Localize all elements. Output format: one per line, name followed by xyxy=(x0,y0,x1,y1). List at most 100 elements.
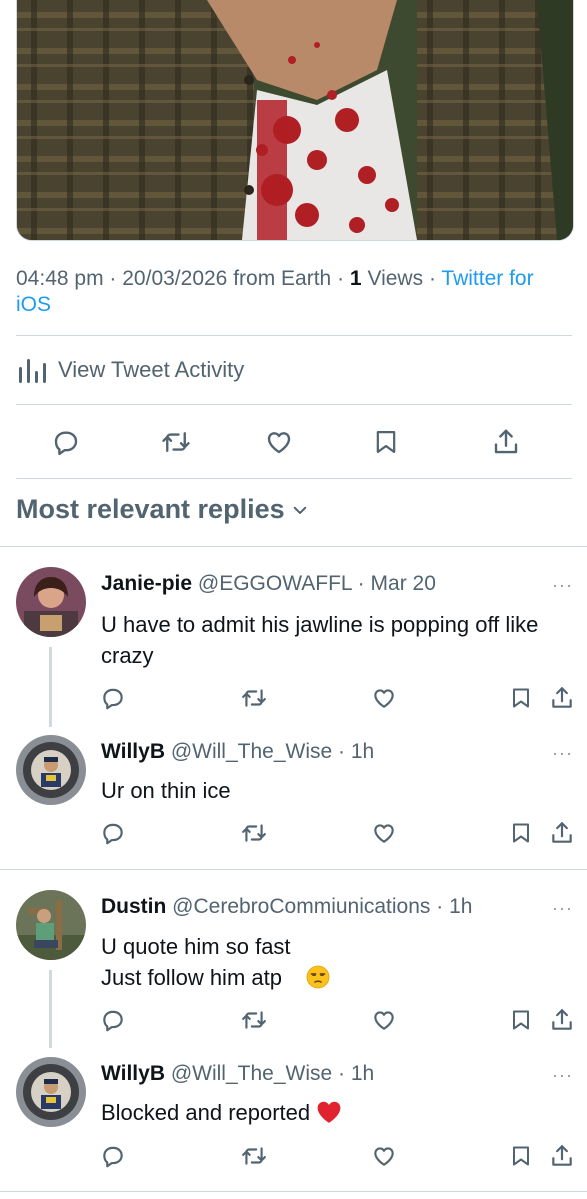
reply-button[interactable] xyxy=(98,683,128,713)
username[interactable]: @CerebroCommiunications xyxy=(172,895,430,918)
more-options-button[interactable]: ··· xyxy=(552,1065,573,1086)
share-button[interactable] xyxy=(547,683,577,713)
separator: · xyxy=(436,895,444,918)
like-icon xyxy=(374,689,394,708)
username[interactable]: @Will_The_Wise xyxy=(171,1062,332,1085)
retweet-icon xyxy=(242,824,266,842)
reply-button[interactable] xyxy=(98,818,128,848)
reply-line-text: Just follow him atp xyxy=(101,965,282,990)
divider xyxy=(0,1191,587,1192)
tweet-action-bar xyxy=(0,420,587,464)
like-button[interactable] xyxy=(369,683,399,713)
share-button[interactable] xyxy=(547,1141,577,1171)
bar-chart-icon xyxy=(19,359,46,383)
view-tweet-activity-label: View Tweet Activity xyxy=(58,357,245,382)
tweet-location: from Earth xyxy=(233,267,332,290)
reply-icon xyxy=(54,431,78,456)
more-options-button[interactable]: ··· xyxy=(552,743,573,764)
reply-line: U quote him so fast xyxy=(101,934,291,959)
reply-actions xyxy=(0,1141,587,1175)
divider xyxy=(16,335,572,336)
separator: · xyxy=(338,1062,346,1085)
share-button[interactable] xyxy=(547,818,577,848)
share-icon xyxy=(552,822,572,843)
divider xyxy=(16,478,572,479)
reply-time[interactable]: Mar 20 xyxy=(371,572,436,595)
retweet-icon xyxy=(242,1147,266,1165)
bookmark-button[interactable] xyxy=(368,424,404,460)
reply-line: Blocked and reported ❤️ xyxy=(101,1097,571,1136)
avatar[interactable] xyxy=(16,735,86,805)
reply-time[interactable]: 1h xyxy=(351,1062,374,1085)
retweet-icon xyxy=(242,1011,266,1029)
bookmark-icon xyxy=(513,688,529,708)
reply-line: crazy xyxy=(101,643,154,668)
reply-header: Janie-pie @EGGOWAFFL · Mar 20 xyxy=(101,572,436,596)
separator: · xyxy=(428,267,436,290)
reply-icon xyxy=(103,1146,123,1168)
unamused-face-icon xyxy=(306,965,330,989)
more-options-button[interactable]: ··· xyxy=(552,575,573,596)
share-icon xyxy=(552,687,572,708)
like-icon xyxy=(374,1147,394,1166)
retweet-button[interactable] xyxy=(239,818,269,848)
chevron-down-icon xyxy=(293,506,306,514)
retweet-button[interactable] xyxy=(239,1005,269,1035)
retweet-icon xyxy=(162,432,190,452)
display-name[interactable]: WillyB xyxy=(101,1062,165,1085)
reply-line: U have to admit his jawline is popping o… xyxy=(101,612,539,637)
username[interactable]: @EGGOWAFFL xyxy=(198,572,352,595)
reply-button[interactable] xyxy=(98,1005,128,1035)
reply-actions xyxy=(0,683,587,717)
like-button[interactable] xyxy=(261,424,297,460)
share-icon xyxy=(552,1145,572,1166)
share-icon xyxy=(552,1009,572,1030)
display-name[interactable]: WillyB xyxy=(101,740,165,763)
avatar[interactable] xyxy=(16,1057,86,1127)
reply-button[interactable] xyxy=(48,424,84,460)
bookmark-icon xyxy=(513,1146,529,1166)
avatar[interactable] xyxy=(16,890,86,960)
bookmark-button[interactable] xyxy=(506,683,536,713)
reply-actions xyxy=(0,1005,587,1039)
red-heart-icon xyxy=(317,1101,341,1123)
reply-button[interactable] xyxy=(98,1141,128,1171)
retweet-button[interactable] xyxy=(158,424,194,460)
separator: · xyxy=(109,267,117,290)
like-button[interactable] xyxy=(369,1005,399,1035)
view-tweet-activity-link[interactable]: View Tweet Activity xyxy=(16,352,244,388)
reply-text: Ur on thin ice xyxy=(101,775,571,806)
share-icon xyxy=(494,429,518,454)
reply-line-text: Blocked and reported xyxy=(101,1100,311,1125)
more-options-button[interactable]: ··· xyxy=(552,898,573,919)
like-button[interactable] xyxy=(369,818,399,848)
views-count: 1 xyxy=(349,267,362,290)
bookmark-button[interactable] xyxy=(506,818,536,848)
bookmark-icon xyxy=(513,1010,529,1030)
display-name[interactable]: Janie-pie xyxy=(101,572,192,595)
reply-header: WillyB @Will_The_Wise · 1h xyxy=(101,1062,374,1086)
retweet-button[interactable] xyxy=(239,683,269,713)
retweet-button[interactable] xyxy=(239,1141,269,1171)
views-label: Views xyxy=(367,267,424,290)
bookmark-button[interactable] xyxy=(506,1005,536,1035)
share-button[interactable] xyxy=(488,424,524,460)
like-icon xyxy=(374,824,394,843)
display-name[interactable]: Dustin xyxy=(101,895,166,918)
divider xyxy=(0,869,587,870)
reply-time[interactable]: 1h xyxy=(351,740,374,763)
bookmark-button[interactable] xyxy=(506,1141,536,1171)
tweet-meta: 04:48 pm · 20/03/2026 from Earth · 1 Vie… xyxy=(16,266,566,318)
avatar[interactable] xyxy=(16,567,86,637)
divider xyxy=(16,404,572,405)
divider xyxy=(0,546,587,547)
reply-icon xyxy=(103,1010,123,1032)
share-button[interactable] xyxy=(547,1005,577,1035)
reply-time[interactable]: 1h xyxy=(449,895,472,918)
like-button[interactable] xyxy=(369,1141,399,1171)
replies-sort-dropdown[interactable]: Most relevant replies xyxy=(16,494,309,525)
reply-icon xyxy=(103,823,123,845)
username[interactable]: @Will_The_Wise xyxy=(171,740,332,763)
tweet-media-image[interactable] xyxy=(16,0,574,241)
separator: · xyxy=(337,267,345,290)
